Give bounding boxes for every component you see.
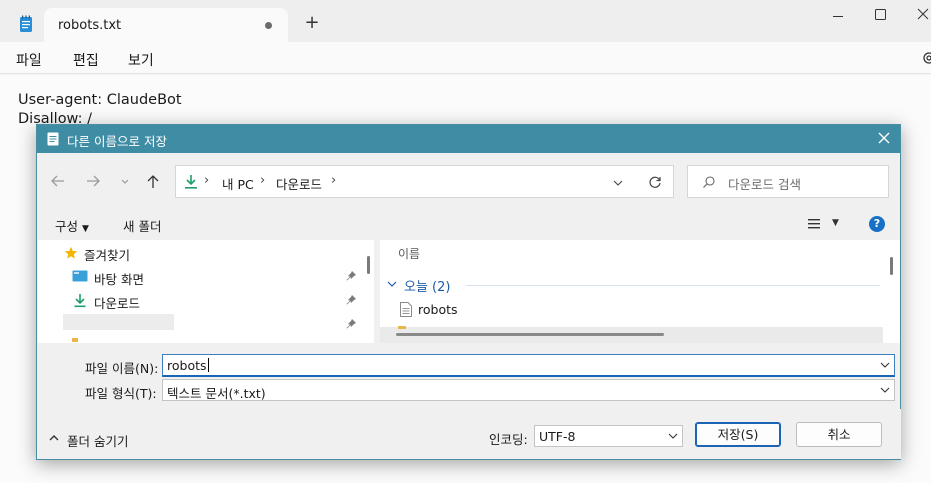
encoding-dropdown-chevron-icon[interactable] <box>668 431 678 441</box>
search-placeholder: 다운로드 검색 <box>728 177 801 192</box>
text-file-icon <box>400 302 412 317</box>
hide-folders-button[interactable]: 폴더 숨기기 <box>67 431 128 450</box>
chevron-up-icon[interactable] <box>49 433 59 443</box>
pin-icon[interactable] <box>345 270 357 282</box>
nav-item-placeholder <box>63 314 174 330</box>
notepad-icon <box>20 15 32 32</box>
document-tab[interactable]: robots.txt <box>44 8 288 42</box>
cancel-button[interactable]: 취소 <box>796 422 882 447</box>
filename-label: 파일 이름(N): <box>85 361 159 376</box>
search-box[interactable]: 다운로드 검색 <box>687 165 889 198</box>
nav-favorites-label: 즐겨찾기 <box>84 248 131 263</box>
group-label: 오늘 (2) <box>404 280 451 295</box>
view-options-chevron-icon[interactable]: ▼ <box>832 218 839 228</box>
breadcrumb-separator-icon[interactable]: › <box>260 173 265 188</box>
chevron-down-icon: ▼ <box>82 224 89 234</box>
pin-icon[interactable] <box>345 318 357 330</box>
back-arrow-icon[interactable] <box>49 172 67 190</box>
filetype-select[interactable]: 텍스트 문서(*.txt) <box>162 379 895 401</box>
search-icon <box>703 176 715 188</box>
filetype-dropdown-chevron-icon[interactable] <box>880 385 890 395</box>
editor-line: User-agent: ClaudeBot <box>18 92 182 108</box>
file-list-scrollbar[interactable] <box>890 257 893 275</box>
filetype-value: 텍스트 문서(*.txt) <box>167 386 266 401</box>
up-arrow-icon[interactable] <box>144 172 162 190</box>
minimize-icon[interactable] <box>825 4 851 26</box>
help-button[interactable]: ? <box>869 216 885 232</box>
filetype-label: 파일 형식(T): <box>85 386 157 401</box>
new-tab-button[interactable]: + <box>302 13 322 33</box>
folder-icon <box>72 338 78 342</box>
nav-item-hidden[interactable] <box>38 314 374 336</box>
unsaved-indicator-dot[interactable] <box>265 22 272 29</box>
nav-item-favorites[interactable]: 즐겨찾기 <box>38 242 374 264</box>
new-folder-button[interactable]: 새 폴더 <box>123 216 161 235</box>
group-header-today[interactable]: 오늘 (2) <box>384 276 880 296</box>
settings-gear-icon[interactable] <box>917 48 931 68</box>
navigation-scrollbar[interactable] <box>367 256 370 274</box>
organize-menu-button[interactable]: 구성 ▼ <box>55 216 89 235</box>
filename-dropdown-chevron-icon[interactable] <box>880 360 890 370</box>
breadcrumb-separator-icon[interactable]: › <box>204 173 209 188</box>
collapse-chevron-icon[interactable] <box>386 280 398 290</box>
nav-desktop-label: 바탕 화면 <box>94 272 144 287</box>
organize-label: 구성 <box>55 219 79 234</box>
menu-view[interactable]: 보기 <box>128 50 154 70</box>
document-tab-title: robots.txt <box>58 18 122 33</box>
desktop-icon <box>72 270 88 282</box>
encoding-value: UTF-8 <box>539 429 576 444</box>
notepad-menubar: 파일 편집 보기 <box>0 42 931 74</box>
filename-input[interactable]: robots <box>162 354 895 377</box>
column-header-name[interactable]: 이름 <box>398 245 420 262</box>
encoding-label: 인코딩: <box>489 432 528 447</box>
star-icon <box>64 246 78 259</box>
forward-arrow-icon[interactable] <box>84 172 102 190</box>
file-list-pane: 이름 오늘 (2) robots <box>380 240 900 343</box>
nav-downloads-label: 다운로드 <box>94 296 141 311</box>
folder-icon <box>398 326 406 329</box>
recent-locations-chevron-icon[interactable] <box>116 172 134 190</box>
encoding-select[interactable]: UTF-8 <box>534 425 683 447</box>
view-options-icon[interactable] <box>808 218 822 230</box>
address-bar[interactable]: › 내 PC › 다운로드 › <box>175 165 674 198</box>
dialog-title: 다른 이름으로 저장 <box>67 134 167 149</box>
group-divider <box>466 285 880 286</box>
pin-icon[interactable] <box>345 294 357 306</box>
address-history-chevron-icon[interactable] <box>612 177 624 189</box>
dialog-close-icon[interactable] <box>876 130 892 146</box>
dialog-titlebar: 다른 이름으로 저장 <box>37 125 900 153</box>
save-as-dialog: 다른 이름으로 저장 › 내 PC › 다운로드 › 다운로드 검색 구성 ▼ … <box>36 124 901 460</box>
download-folder-icon <box>185 175 197 189</box>
menu-edit[interactable]: 편집 <box>73 50 99 70</box>
download-icon <box>74 294 86 308</box>
close-icon[interactable] <box>910 4 931 26</box>
nav-item-downloads[interactable]: 다운로드 <box>38 290 374 312</box>
nav-item-desktop[interactable]: 바탕 화면 <box>38 266 374 288</box>
file-item-robots[interactable]: robots <box>396 300 696 320</box>
horizontal-scrollbar[interactable] <box>396 333 664 336</box>
notepad-titlebar: robots.txt + <box>0 0 931 42</box>
breadcrumb-separator-icon[interactable]: › <box>331 173 336 188</box>
file-name: robots <box>418 302 458 317</box>
breadcrumb-this-pc[interactable]: 내 PC <box>222 174 254 193</box>
filename-value: robots <box>167 358 209 373</box>
breadcrumb-downloads[interactable]: 다운로드 <box>276 174 322 193</box>
navigation-pane: 즐겨찾기 바탕 화면 다운로드 <box>38 240 374 343</box>
save-button[interactable]: 저장(S) <box>695 422 781 447</box>
refresh-icon[interactable] <box>648 175 662 189</box>
maximize-icon[interactable] <box>867 4 893 26</box>
notepad-icon <box>47 132 59 146</box>
menu-file[interactable]: 파일 <box>16 50 42 70</box>
